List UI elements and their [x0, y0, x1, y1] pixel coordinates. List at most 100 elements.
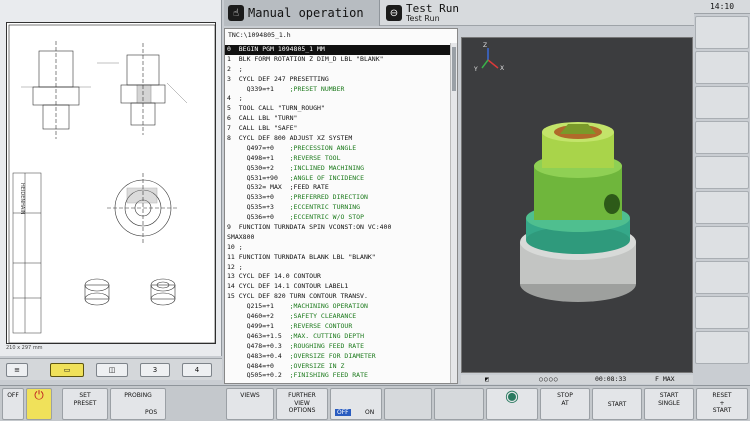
vertical-softkey-4[interactable] — [695, 121, 749, 154]
program-line-code: SMAX800 — [227, 232, 255, 241]
menu-button[interactable]: ≡ — [6, 363, 28, 377]
view-small-icon[interactable]: ◩ — [485, 375, 489, 384]
program-line-code: Q478=+0.3 — [227, 341, 290, 350]
tab-manual-operation[interactable]: ☝ Manual operation — [224, 0, 380, 26]
program-line[interactable]: 13 CYCL DEF 14.0 CONTOUR — [225, 272, 451, 282]
program-editor[interactable]: TNC:\1094805_1.h 0 BEGIN PGM 1094805_1 M… — [224, 28, 458, 384]
program-line[interactable]: Q463=+1.5 ;MAX. CUTTING DEPTH — [225, 332, 451, 342]
program-line[interactable]: 7 CALL LBL "SAFE" — [225, 124, 451, 134]
program-line-code: Q497=+0 — [227, 143, 290, 152]
scroll-thumb[interactable] — [452, 47, 456, 91]
layout-split-button[interactable]: ◫ — [96, 363, 128, 377]
program-scrollbar[interactable] — [450, 43, 457, 383]
program-line[interactable]: 8 CYCL DEF 800 ADJUST XZ SYSTEM — [225, 134, 451, 144]
program-line[interactable]: 6 CALL LBL "TURN" — [225, 114, 451, 124]
vertical-softkey-2[interactable] — [695, 51, 749, 84]
program-line[interactable]: 9 FUNCTION TURNDATA SPIN VCONST:ON VC:40… — [225, 223, 451, 233]
program-line[interactable]: Q530=+2 ;INCLINED MACHINING — [225, 164, 451, 174]
power-icon: ⏻ — [34, 388, 44, 402]
toggle-softkey[interactable]: OFF ON — [330, 388, 382, 420]
program-line[interactable]: 12 ; — [225, 263, 451, 273]
program-line[interactable]: Q215=+1 ;MACHINING OPERATION — [225, 302, 451, 312]
program-line-code: 1 BLK FORM ROTATION Z DIM_D LBL "BLANK" — [227, 54, 384, 63]
program-line[interactable]: Q497=+0 ;PRECESSION ANGLE — [225, 144, 451, 154]
secondary-mode-sub: Test Run — [406, 13, 440, 23]
primary-mode-label: Manual operation — [248, 6, 364, 20]
program-line-code: Q460=+2 — [227, 312, 290, 321]
program-line[interactable]: 10 ; — [225, 243, 451, 253]
off-softkey[interactable]: OFF — [2, 388, 24, 420]
program-line[interactable]: 1 BLK FORM ROTATION Z DIM_D LBL "BLANK" — [225, 55, 451, 65]
program-line-code: Q530=+2 — [227, 163, 290, 172]
vertical-softkey-5[interactable] — [695, 156, 749, 189]
views-softkey[interactable]: VIEWS — [226, 388, 274, 420]
axis-triad-icon — [481, 48, 499, 69]
vertical-softkey-9[interactable] — [695, 296, 749, 329]
vertical-softkey-6[interactable] — [695, 191, 749, 224]
program-line[interactable]: Q498=+1 ;REVERSE TOOL — [225, 154, 451, 164]
start-single-softkey[interactable]: START SINGLE — [644, 388, 694, 420]
program-line-code: Q484=+0 — [227, 361, 290, 370]
speed-dial-icon: ◉ — [505, 386, 519, 405]
tab-test-run[interactable]: ⊖ Test Run Test Run — [382, 0, 694, 26]
further-view-options-softkey[interactable]: FURTHER VIEW OPTIONS — [276, 388, 328, 420]
vertical-softkey-10[interactable] — [695, 331, 749, 364]
layout-4-button[interactable]: 4 — [182, 363, 212, 377]
clock: 14:10 — [694, 0, 750, 14]
program-line[interactable]: Q483=+0.4 ;OVERSIZE FOR DIAMETER — [225, 352, 451, 362]
program-line[interactable]: 2 ; — [225, 65, 451, 75]
program-line-comment: ;INCLINED MACHINING — [289, 163, 364, 172]
views-label: VIEWS — [240, 392, 260, 399]
vertical-softkey-7[interactable] — [695, 226, 749, 259]
probing-softkey[interactable]: PROBING POS — [110, 388, 166, 420]
program-line[interactable]: SMAX800 — [225, 233, 451, 243]
program-line[interactable]: Q531=+90 ;ANGLE OF INCIDENCE — [225, 174, 451, 184]
layout-3-button[interactable]: 3 — [140, 363, 170, 377]
program-line-comment: ;OVERSIZE FOR DIAMETER — [289, 351, 376, 360]
stop-at-softkey[interactable]: STOP AT — [540, 388, 590, 420]
power-softkey[interactable]: ⏻ — [26, 388, 52, 420]
program-line-code: 14 CYCL DEF 14.1 CONTOUR LABEL1 — [227, 282, 349, 291]
program-line[interactable]: Q478=+0.3 ;ROUGHING FEED RATE — [225, 342, 451, 352]
manual-mode-icon: ☝ — [228, 5, 244, 21]
program-line[interactable]: Q499=+1 ;REVERSE CONTOUR — [225, 322, 451, 332]
vertical-softkey-3[interactable] — [695, 86, 749, 119]
vertical-softkey-1[interactable] — [695, 16, 749, 49]
program-line-comment: ;OVERSIZE IN Z — [289, 361, 345, 370]
set-preset-softkey[interactable]: SET PRESET — [62, 388, 108, 420]
screen-layout-bar: ≡ ▭ ◫ 3 4 — [0, 358, 222, 380]
program-line-code: 7 CALL LBL "SAFE" — [227, 124, 298, 133]
program-line[interactable]: Q535=+3 ;ECCENTRIC TURNING — [225, 203, 451, 213]
program-line[interactable]: 14 CYCL DEF 14.1 CONTOUR LABEL1 — [225, 282, 451, 292]
layout-drawing-button[interactable]: ▭ — [50, 363, 84, 377]
simulation-render — [481, 48, 636, 302]
softkey-blank-2[interactable] — [434, 388, 484, 420]
program-line[interactable]: 3 CYCL DEF 247 PRESETTING — [225, 75, 451, 85]
program-line-code: 6 CALL LBL "TURN" — [227, 114, 298, 123]
program-line[interactable]: Q505=+0.2 ;FINISHING FEED RATE — [225, 371, 451, 381]
program-line[interactable]: 5 TOOL CALL "TURN_ROUGH" — [225, 104, 451, 114]
probing-pos-label: POS — [145, 408, 158, 416]
softkey-blank-1[interactable] — [384, 388, 432, 420]
program-line-comment: ;ECCENTRIC TURNING — [289, 203, 361, 212]
start-softkey[interactable]: START — [592, 388, 642, 420]
program-line[interactable]: 11 FUNCTION TURNDATA BLANK LBL "BLANK" — [225, 253, 451, 263]
vertical-softkey-8[interactable] — [695, 261, 749, 294]
program-line[interactable]: Q460=+2 ;SAFETY CLEARANCE — [225, 312, 451, 322]
speed-dial-softkey[interactable]: ◉ — [486, 388, 538, 420]
program-line[interactable]: Q484=+0 ;OVERSIZE IN Z — [225, 362, 451, 372]
program-line[interactable]: Q532= MAX ;FEED RATE — [225, 183, 451, 193]
program-line[interactable]: 4 ; — [225, 94, 451, 104]
program-line-comment: ;MACHINING OPERATION — [289, 302, 368, 311]
program-line[interactable]: Q536=+0 ;ECCENTRIC W/O STOP — [225, 213, 451, 223]
program-line[interactable]: Q339=+1 ;PRESET NUMBER — [225, 85, 451, 95]
paper-size-label: 210 x 297 mm — [6, 345, 43, 351]
simulation-3d-view[interactable]: Z X Y — [461, 37, 693, 373]
program-line-comment: ;PREFERRED DIRECTION — [289, 193, 368, 202]
program-lines: 0 BEGIN PGM 1094805_1 MM 1 BLK FORM ROTAT… — [225, 45, 451, 381]
program-line[interactable]: Q533=+0 ;PREFERRED DIRECTION — [225, 193, 451, 203]
reset-start-softkey[interactable]: RESET + START — [696, 388, 748, 420]
program-line-comment: ;ANGLE OF INCIDENCE — [289, 173, 364, 182]
program-line[interactable]: 0 BEGIN PGM 1094805_1 MM — [225, 45, 451, 55]
program-line[interactable]: 15 CYCL DEF 820 TURN CONTOUR TRANSV. — [225, 292, 451, 302]
